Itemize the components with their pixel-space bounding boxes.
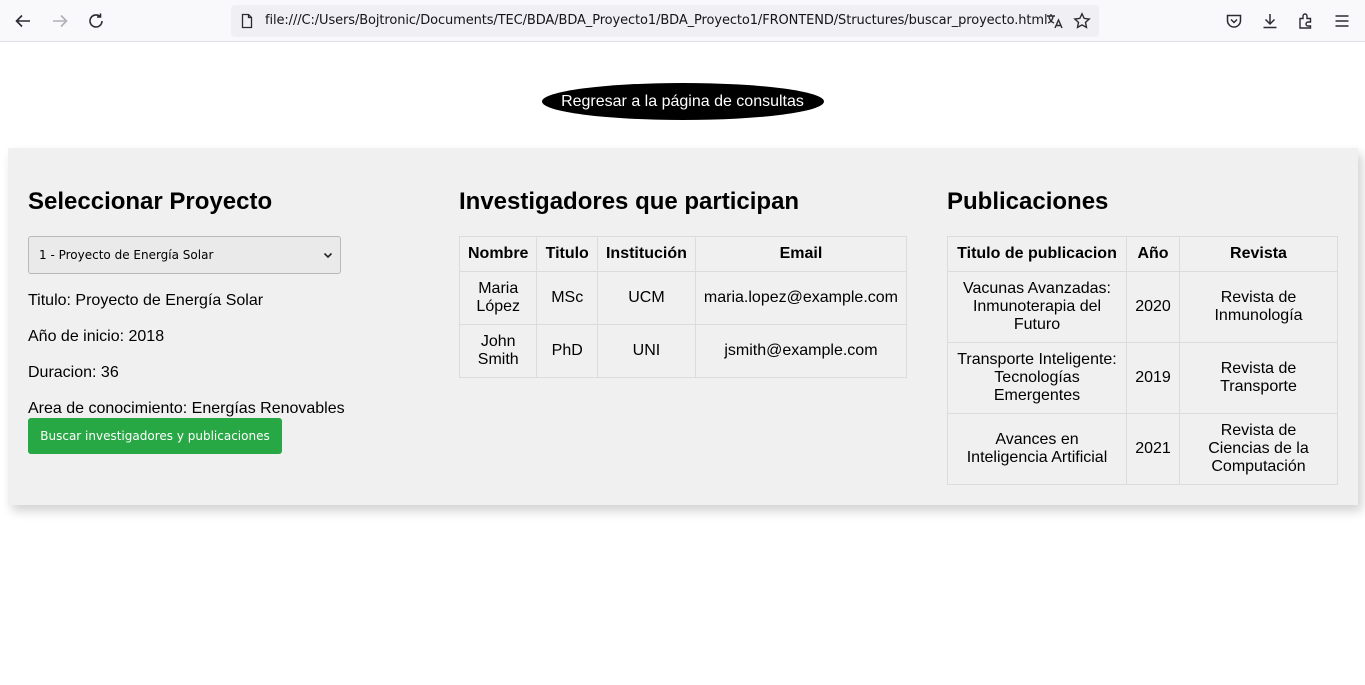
table-row: Maria López MSc UCM maria.lopez@example.… bbox=[458, 271, 908, 325]
publications-title: Publicaciones bbox=[947, 188, 1109, 215]
table-row: Avances en Inteligencia Artificial 2021 … bbox=[947, 413, 1338, 485]
publication-year: 2020 bbox=[1126, 271, 1180, 343]
table-header-row: Titulo de publicacion Año Revista bbox=[947, 236, 1338, 272]
researcher-name: John Smith bbox=[458, 324, 538, 378]
publication-year: 2021 bbox=[1126, 413, 1180, 485]
researchers-table: Nombre Titulo Institución Email Maria Ló… bbox=[458, 236, 908, 378]
publication-year: 2019 bbox=[1126, 342, 1180, 414]
publication-title: Vacunas Avanzadas: Inmunoterapia del Fut… bbox=[947, 271, 1127, 343]
address-bar[interactable]: file:///C:/Users/Bojtronic/Documents/TEC… bbox=[231, 5, 1099, 37]
researcher-email: maria.lopez@example.com bbox=[694, 271, 908, 325]
url-text[interactable]: file:///C:/Users/Bojtronic/Documents/TEC… bbox=[265, 13, 1048, 28]
column-header: Revista bbox=[1179, 236, 1338, 272]
project-duration-info: Duracion: 36 bbox=[28, 364, 119, 381]
publication-title: Avances en Inteligencia Artificial bbox=[947, 413, 1127, 485]
table-row: Vacunas Avanzadas: Inmunoterapia del Fut… bbox=[947, 271, 1338, 343]
publication-title: Transporte Inteligente: Tecnologías Emer… bbox=[947, 342, 1127, 414]
main-panel: Seleccionar Proyecto 1 - Proyecto de Ene… bbox=[8, 148, 1358, 505]
column-header: Email bbox=[694, 236, 908, 272]
bookmark-star-icon[interactable] bbox=[1073, 12, 1091, 30]
column-header: Titulo bbox=[536, 236, 598, 272]
table-header-row: Nombre Titulo Institución Email bbox=[458, 236, 908, 272]
researcher-degree: MSc bbox=[536, 271, 598, 325]
table-row: John Smith PhD UNI jsmith@example.com bbox=[458, 324, 908, 378]
pocket-icon[interactable] bbox=[1222, 9, 1246, 33]
select-project-title: Seleccionar Proyecto bbox=[28, 188, 273, 215]
back-to-queries-button[interactable]: Regresar a la página de consultas bbox=[541, 83, 824, 120]
publication-journal: Revista de Ciencias de la Computación bbox=[1179, 413, 1338, 485]
project-title-info: Titulo: Proyecto de Energía Solar bbox=[28, 292, 264, 309]
project-select-value: 1 - Proyecto de Energía Solar bbox=[39, 248, 214, 262]
menu-icon[interactable] bbox=[1330, 9, 1354, 33]
forward-arrow-icon[interactable] bbox=[48, 9, 72, 33]
reload-icon[interactable] bbox=[84, 9, 108, 33]
column-header: Institución bbox=[596, 236, 696, 272]
column-header: Nombre bbox=[458, 236, 538, 272]
table-row: Transporte Inteligente: Tecnologías Emer… bbox=[947, 342, 1338, 414]
project-area-info: Area de conocimiento: Energías Renovable… bbox=[28, 400, 345, 417]
translate-icon[interactable] bbox=[1045, 12, 1063, 30]
publication-journal: Revista de Transporte bbox=[1179, 342, 1338, 414]
project-start-year-info: Año de inicio: 2018 bbox=[28, 328, 165, 345]
researcher-institution: UNI bbox=[596, 324, 696, 378]
researcher-email: jsmith@example.com bbox=[694, 324, 908, 378]
column-header: Titulo de publicacion bbox=[947, 236, 1127, 272]
researchers-title: Investigadores que participan bbox=[459, 188, 800, 215]
publications-table: Titulo de publicacion Año Revista Vacuna… bbox=[947, 236, 1338, 485]
back-arrow-icon[interactable] bbox=[11, 9, 35, 33]
researcher-name: Maria López bbox=[458, 271, 538, 325]
chevron-down-icon bbox=[323, 252, 333, 259]
page-icon bbox=[239, 13, 255, 29]
back-button-container: Regresar a la página de consultas bbox=[0, 83, 1365, 120]
researcher-degree: PhD bbox=[536, 324, 598, 378]
publication-journal: Revista de Inmunología bbox=[1179, 271, 1338, 343]
download-icon[interactable] bbox=[1258, 9, 1282, 33]
extensions-icon[interactable] bbox=[1294, 9, 1318, 33]
project-select[interactable]: 1 - Proyecto de Energía Solar bbox=[28, 236, 341, 274]
browser-toolbar: file:///C:/Users/Bojtronic/Documents/TEC… bbox=[0, 0, 1365, 42]
search-researchers-publications-button[interactable]: Buscar investigadores y publicaciones bbox=[28, 418, 282, 454]
researcher-institution: UCM bbox=[596, 271, 696, 325]
column-header: Año bbox=[1126, 236, 1180, 272]
